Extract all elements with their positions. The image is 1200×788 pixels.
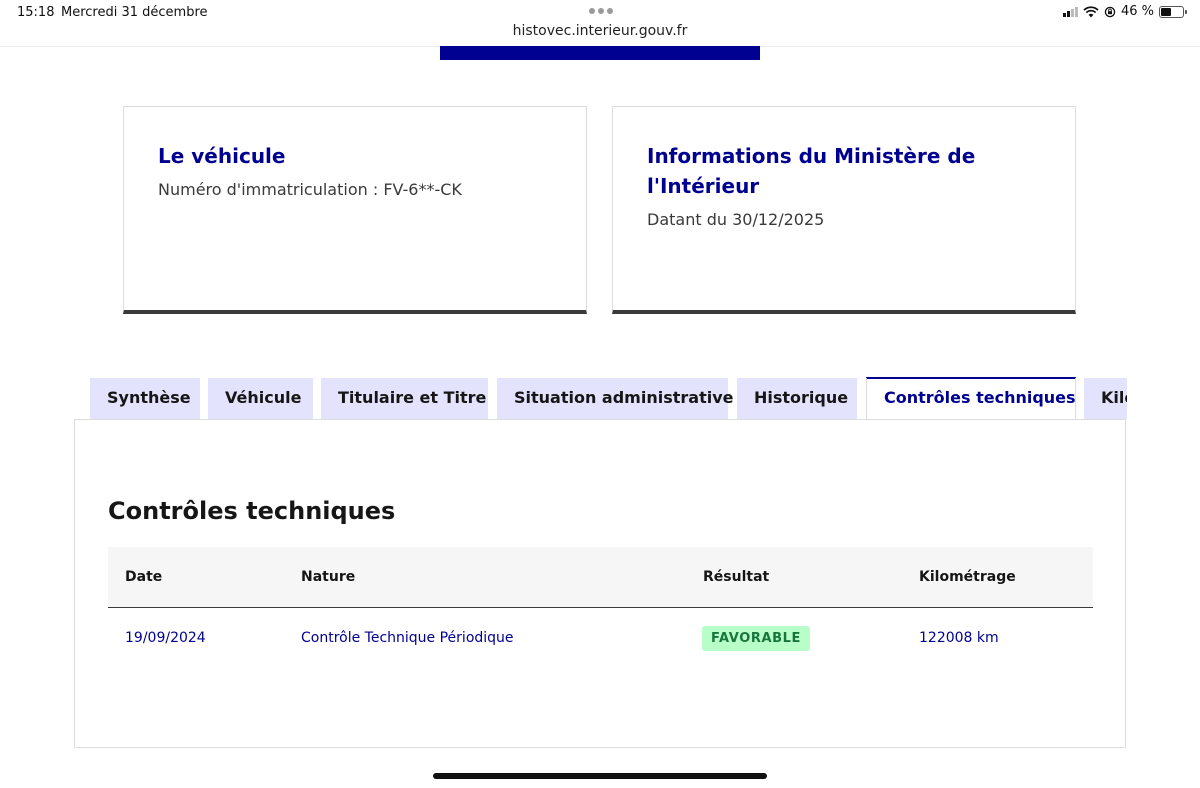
wifi-icon [1083, 5, 1099, 17]
column-header-date: Date [125, 569, 163, 585]
data-date: Datant du 30/12/2025 [647, 210, 825, 229]
tab-controles-techniques[interactable]: Contrôles techniques [866, 377, 1076, 419]
tab-synthese[interactable]: Synthèse [90, 378, 200, 419]
cell-date: 19/09/2024 [125, 630, 206, 646]
tab-vehicule[interactable]: Véhicule [208, 378, 313, 419]
tab-titulaire[interactable]: Titulaire et Titre [321, 378, 488, 419]
cell-nature: Contrôle Technique Périodique [301, 630, 514, 646]
address-bar-url[interactable]: histovec.interieur.gouv.fr [0, 23, 1200, 39]
registration-number: Numéro d'immatriculation : FV-6**-CK [158, 180, 462, 199]
orientation-lock-icon [1104, 6, 1116, 17]
battery-icon [1159, 5, 1187, 18]
ministry-card: Informations du Ministère de l'Intérieur… [612, 106, 1076, 314]
section-title: Contrôles techniques [108, 497, 396, 525]
table-row: 19/09/2024 Contrôle Technique Périodique… [108, 608, 1093, 668]
cell-mileage: 122008 km [919, 630, 999, 646]
inspections-table: Date Nature Résultat Kilométrage 19/09/2… [108, 547, 1093, 668]
top-action-button[interactable] [440, 46, 760, 60]
vehicle-card: Le véhicule Numéro d'immatriculation : F… [123, 106, 587, 314]
result-badge: FAVORABLE [702, 626, 810, 651]
tab-kilometrage[interactable]: Kilométrage [1084, 378, 1127, 419]
tab-panel: Contrôles techniques Date Nature Résulta… [74, 419, 1126, 748]
battery-percentage: 46 % [1120, 4, 1154, 19]
ios-status-bar: 15:18 Mercredi 31 décembre histovec.inte… [0, 0, 1200, 39]
cellular-signal-icon [1062, 6, 1078, 17]
status-date: Mercredi 31 décembre [61, 5, 208, 20]
home-indicator[interactable] [433, 773, 767, 779]
status-indicators: 46 % [1062, 4, 1187, 19]
column-header-mileage: Kilométrage [919, 569, 1016, 585]
more-dots-icon[interactable] [589, 8, 613, 14]
tab-situation-administrative[interactable]: Situation administrative [497, 378, 733, 419]
tab-bar: Synthèse Véhicule Titulaire et Titre Sit… [90, 377, 1127, 419]
tab-historique[interactable]: Historique [737, 378, 857, 419]
column-header-nature: Nature [301, 569, 356, 585]
table-header: Date Nature Résultat Kilométrage [108, 547, 1093, 608]
ministry-card-title: Informations du Ministère de l'Intérieur [647, 144, 976, 198]
vehicle-card-title: Le véhicule [158, 144, 286, 168]
column-header-result: Résultat [703, 569, 770, 585]
status-time: 15:18 [17, 5, 55, 20]
